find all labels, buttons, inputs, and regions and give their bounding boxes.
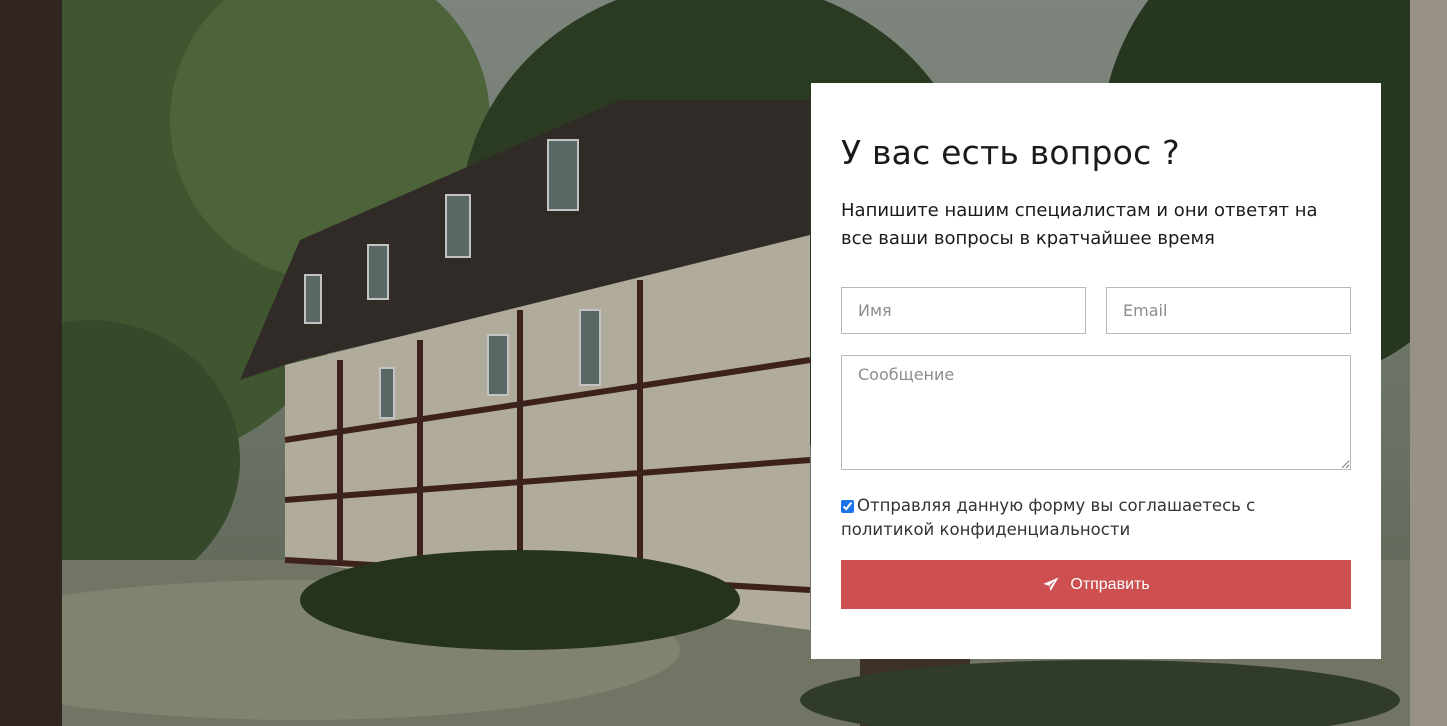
form-subtitle: Напишите нашим специалистам и они ответя… bbox=[841, 200, 1318, 249]
submit-label: Отправить bbox=[1070, 575, 1150, 593]
contact-form-card: У вас есть вопрос ? Напишите нашим специ… bbox=[811, 83, 1381, 659]
paper-plane-icon bbox=[1043, 577, 1059, 591]
email-field[interactable] bbox=[1106, 287, 1351, 334]
consent-checkbox[interactable] bbox=[841, 500, 854, 513]
consent-label[interactable]: Отправляя данную форму вы соглашаетесь с… bbox=[841, 494, 1321, 542]
form-title: У вас есть вопрос ? bbox=[841, 133, 1180, 172]
message-field[interactable] bbox=[841, 355, 1351, 470]
submit-button[interactable]: Отправить bbox=[841, 560, 1351, 609]
name-field[interactable] bbox=[841, 287, 1086, 334]
consent-text: Отправляя данную форму вы соглашаетесь с… bbox=[841, 496, 1256, 539]
